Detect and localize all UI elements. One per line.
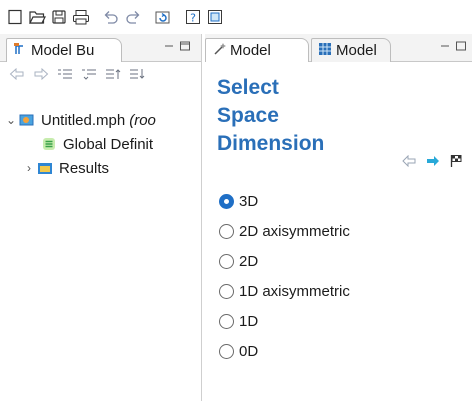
window-controls [163, 40, 191, 52]
option-label: 1D axisymmetric [239, 282, 350, 300]
space-dimension-options: 3D 2D axisymmetric 2D 1D axisymmetric 1D… [205, 178, 472, 366]
main-toolbar: ? [0, 0, 472, 34]
title-line: Dimension [217, 132, 325, 155]
tab-model[interactable]: Model [311, 38, 391, 62]
tab-model-wizard[interactable]: Model [205, 38, 309, 62]
save-icon[interactable] [48, 6, 70, 28]
refresh-icon[interactable] [152, 6, 174, 28]
tab-label: Model [230, 42, 271, 59]
window-controls [439, 40, 467, 52]
model-tree-icon [13, 42, 27, 60]
tab-label: Model Bu [31, 42, 95, 59]
tab-model-builder[interactable]: Model Bu [6, 38, 122, 62]
page-title: Select Space Dimension [217, 74, 357, 158]
wand-icon [212, 42, 226, 60]
chevron-down-icon[interactable]: ⌄ [4, 113, 18, 127]
model-builder-toolbar [0, 62, 150, 102]
sort-icon[interactable] [104, 66, 122, 82]
option-label: 3D [239, 192, 259, 210]
minimize-icon[interactable] [439, 40, 451, 52]
radio-button[interactable] [219, 223, 234, 239]
tree-node-label: Results [59, 159, 110, 177]
title-line: Space [217, 104, 279, 127]
radio-button[interactable] [219, 193, 234, 209]
tab-label: Model [336, 42, 377, 59]
model-wizard-pane: Model Model Select Space Dimension 3D 2D… [205, 34, 472, 401]
option-0d[interactable]: 0D [219, 336, 472, 366]
option-label: 2D axisymmetric [239, 222, 350, 240]
model-builder-pane: Model Bu ⌄ Untitled.mph (roo Global Defi… [0, 34, 202, 401]
maximize-icon[interactable] [179, 40, 191, 52]
svg-text:?: ? [190, 12, 196, 25]
help-icon[interactable]: ? [182, 6, 204, 28]
help-book-icon[interactable] [204, 6, 226, 28]
open-folder-icon[interactable] [26, 6, 48, 28]
back-arrow-icon[interactable] [8, 66, 26, 82]
model-wizard-tabbar: Model Model [205, 34, 472, 62]
chevron-right-icon[interactable]: › [22, 161, 36, 175]
minimize-icon[interactable] [163, 40, 175, 52]
option-label: 0D [239, 342, 259, 360]
maximize-icon[interactable] [455, 40, 467, 52]
radio-button[interactable] [219, 253, 234, 269]
root-suffix: (roo [129, 111, 156, 129]
expand-all-icon[interactable] [56, 66, 74, 82]
sort-down-icon[interactable] [128, 66, 146, 82]
print-icon[interactable] [70, 6, 92, 28]
filter-icon[interactable] [80, 66, 98, 82]
forward-arrow-icon[interactable] [32, 66, 50, 82]
model-tree: ⌄ Untitled.mph (roo Global Definit › Res… [0, 108, 201, 180]
option-label: 1D [239, 312, 259, 330]
forward-arrow-icon[interactable] [426, 155, 440, 167]
tree-node-global-definitions[interactable]: Global Definit [0, 132, 201, 156]
tree-node-root[interactable]: ⌄ Untitled.mph (roo [0, 108, 201, 132]
redo-icon[interactable] [122, 6, 144, 28]
radio-button[interactable] [219, 343, 234, 359]
comsol-file-icon [18, 112, 36, 128]
root-label: Untitled.mph [41, 111, 126, 129]
back-arrow-icon[interactable] [402, 155, 416, 167]
option-1d-axisymmetric[interactable]: 1D axisymmetric [219, 276, 472, 306]
radio-button[interactable] [219, 283, 234, 299]
results-icon [36, 160, 54, 176]
undo-icon[interactable] [100, 6, 122, 28]
option-2d-axisymmetric[interactable]: 2D axisymmetric [219, 216, 472, 246]
global-definitions-icon [40, 136, 58, 152]
tree-node-label: Global Definit [63, 135, 154, 153]
model-grid-icon [318, 42, 332, 60]
option-1d[interactable]: 1D [219, 306, 472, 336]
finish-flag-icon[interactable] [450, 154, 462, 168]
wizard-header: Select Space Dimension [205, 62, 472, 178]
option-2d[interactable]: 2D [219, 246, 472, 276]
title-line: Select [217, 76, 279, 99]
option-3d[interactable]: 3D [219, 186, 472, 216]
model-builder-tabbar: Model Bu [0, 34, 201, 62]
wizard-nav [402, 154, 462, 168]
tree-node-results[interactable]: › Results [0, 156, 201, 180]
radio-button[interactable] [219, 313, 234, 329]
option-label: 2D [239, 252, 259, 270]
new-file-icon[interactable] [4, 6, 26, 28]
